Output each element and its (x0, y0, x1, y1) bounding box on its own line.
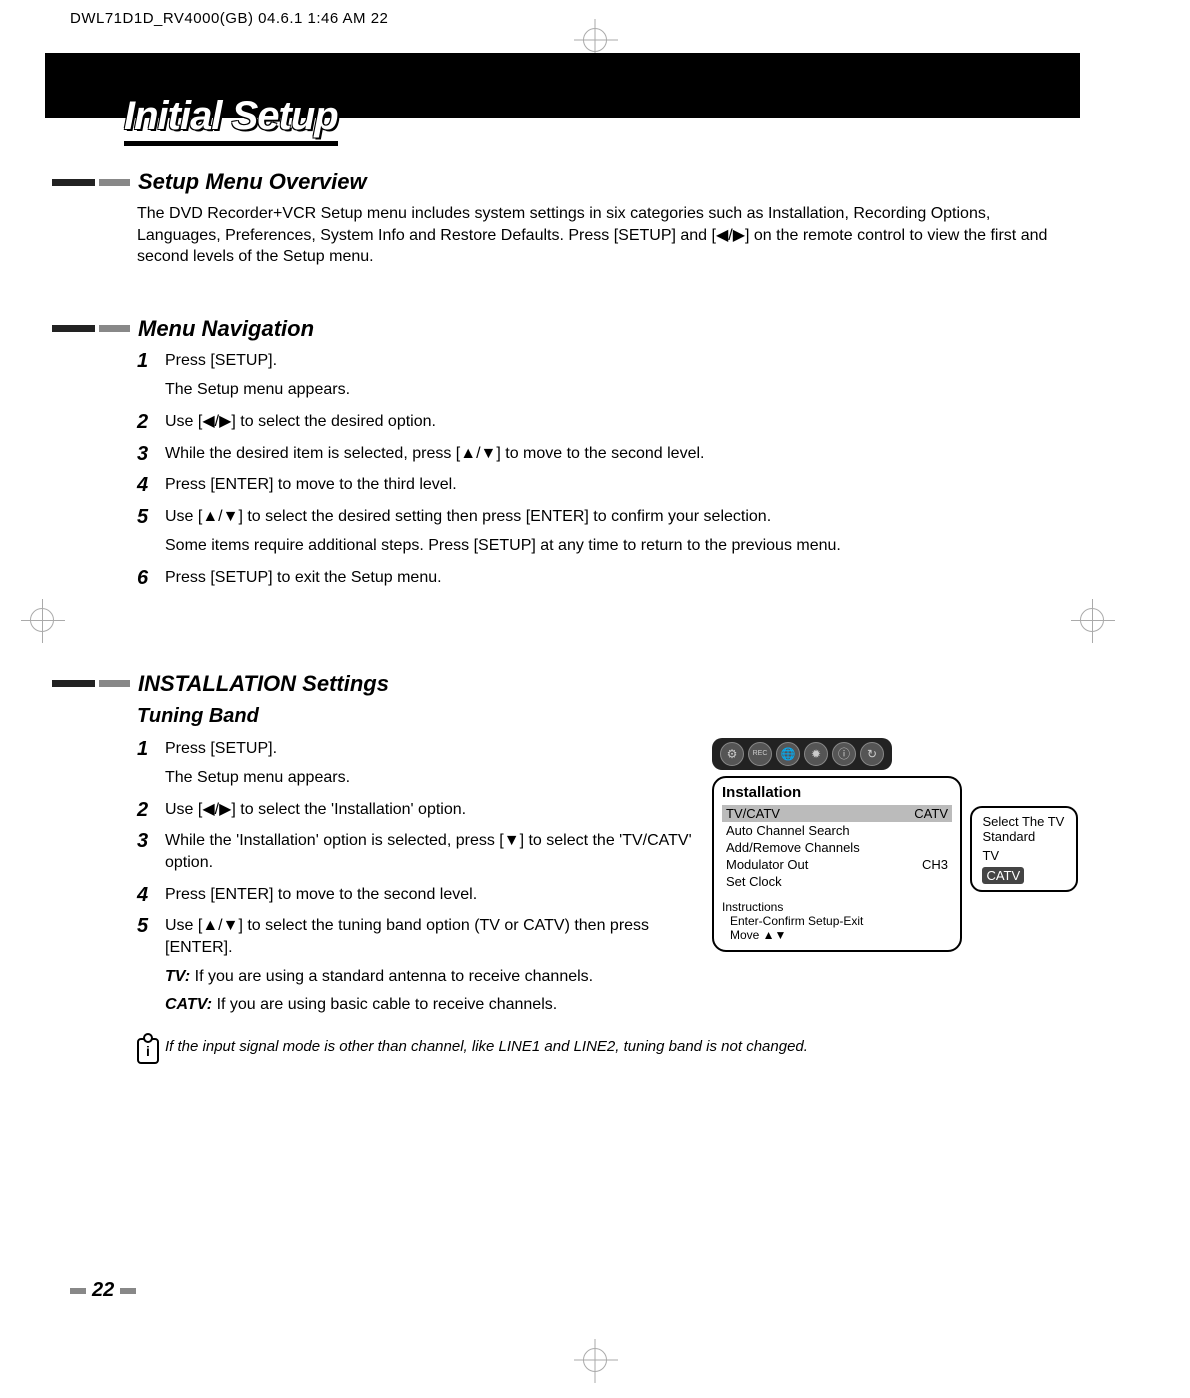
osd-value: CATV (914, 806, 948, 821)
section-header-navigation: Menu Navigation (52, 316, 1082, 342)
osd-illustration: ⚙ REC 🌐 ✹ ⓘ ↻ Installation TV/CATV CATV … (712, 738, 1082, 1025)
languages-icon: 🌐 (776, 742, 800, 766)
section-heading: Setup Menu Overview (138, 169, 367, 195)
step-item: Use [▲/▼] to select the tuning band opti… (137, 915, 694, 958)
osd-popup: Select The TV Standard TV CATV (970, 806, 1078, 892)
crop-mark-bottom (583, 1348, 607, 1372)
step-item: Use [◀/▶] to select the desired option. (137, 411, 1082, 433)
preferences-icon: ✹ (804, 742, 828, 766)
crop-mark-left (30, 608, 54, 632)
installation-icon: ⚙ (720, 742, 744, 766)
note: i If the input signal mode is other than… (137, 1038, 1082, 1064)
term-text: If you are using a standard antenna to r… (195, 968, 593, 985)
step-subtext: The Setup menu appears. (165, 767, 694, 789)
instructions-label: Instructions (722, 900, 783, 914)
step-text: Press [SETUP]. (165, 740, 277, 757)
instructions-line: Move ▲▼ (722, 928, 952, 942)
osd-row: Set Clock (722, 873, 952, 890)
section-heading: INSTALLATION Settings (138, 671, 389, 697)
osd-label: Modulator Out (726, 857, 808, 872)
osd-row: Modulator Out CH3 (722, 856, 952, 873)
step-text: Use [▲/▼] to select the desired setting … (165, 508, 771, 525)
osd-instructions: Instructions Enter-Confirm Setup-Exit Mo… (722, 900, 952, 942)
osd-label: Auto Channel Search (726, 823, 850, 838)
crop-mark-top (583, 28, 607, 52)
osd-row: Add/Remove Channels (722, 839, 952, 856)
note-text: If the input signal mode is other than c… (165, 1038, 808, 1055)
restore-defaults-icon: ↻ (860, 742, 884, 766)
crop-mark-right (1080, 608, 1104, 632)
step-item: Press [ENTER] to move to the second leve… (137, 884, 694, 906)
step-item: Press [SETUP]. The Setup menu appears. (137, 738, 694, 789)
step-item: Use [◀/▶] to select the 'Installation' o… (137, 799, 694, 821)
osd-category-icons: ⚙ REC 🌐 ✹ ⓘ ↻ (712, 738, 892, 770)
section-bar-icon (52, 325, 130, 332)
step-item: Press [ENTER] to move to the third level… (137, 474, 1082, 496)
step-item: Press [SETUP]. The Setup menu appears. (137, 350, 1082, 401)
term-label: CATV: (165, 996, 212, 1013)
tv-definition: TV: If you are using a standard antenna … (137, 968, 694, 986)
section-header-overview: Setup Menu Overview (52, 169, 1082, 195)
system-info-icon: ⓘ (832, 742, 856, 766)
section-header-installation: INSTALLATION Settings (52, 671, 1082, 697)
osd-label: Set Clock (726, 874, 782, 889)
popup-text: Standard (982, 829, 1066, 844)
osd-label: Add/Remove Channels (726, 840, 860, 855)
rec-options-icon: REC (748, 742, 772, 766)
section-bar-icon (52, 179, 130, 186)
step-item: While the 'Installation' option is selec… (137, 830, 694, 873)
catv-definition: CATV: If you are using basic cable to re… (137, 996, 694, 1014)
popup-text: Select The TV (982, 814, 1066, 829)
step-text: Press [SETUP]. (165, 352, 277, 369)
page-number: 22 (70, 1279, 136, 1302)
osd-row-selected: TV/CATV CATV (722, 805, 952, 822)
osd-row: Auto Channel Search (722, 822, 952, 839)
osd-title: Installation (722, 784, 952, 801)
page-title: Initial Setup (124, 94, 338, 146)
step-subtext: Some items require additional steps. Pre… (165, 535, 1082, 557)
doc-header: DWL71D1D_RV4000(GB) 04.6.1 1:46 AM 22 (70, 10, 388, 27)
osd-value: CH3 (922, 857, 948, 872)
section-bar-icon (52, 680, 130, 687)
step-subtext: The Setup menu appears. (165, 379, 1082, 401)
term-label: TV: (165, 968, 190, 985)
osd-label: TV/CATV (726, 806, 780, 821)
osd-panel: Installation TV/CATV CATV Auto Channel S… (712, 776, 962, 952)
step-item: Use [▲/▼] to select the desired setting … (137, 506, 1082, 557)
popup-option-selected: CATV (982, 867, 1024, 884)
instructions-line: Enter-Confirm Setup-Exit (722, 914, 952, 928)
step-item: Press [SETUP] to exit the Setup menu. (137, 567, 1082, 589)
overview-text: The DVD Recorder+VCR Setup menu includes… (137, 203, 1062, 268)
info-icon: i (137, 1038, 159, 1064)
navigation-steps: Press [SETUP]. The Setup menu appears. U… (137, 350, 1082, 589)
term-text: If you are using basic cable to receive … (217, 996, 558, 1013)
subsection-heading: Tuning Band (137, 705, 1082, 728)
popup-option: TV (982, 848, 1066, 863)
tuning-steps: Press [SETUP]. The Setup menu appears. U… (137, 738, 694, 959)
section-heading: Menu Navigation (138, 316, 314, 342)
step-item: While the desired item is selected, pres… (137, 443, 1082, 465)
